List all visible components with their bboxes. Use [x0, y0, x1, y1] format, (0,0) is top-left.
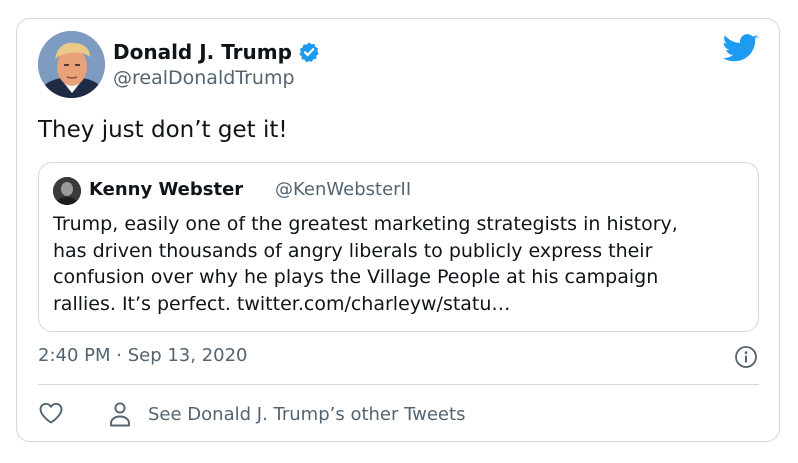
quoted-text-line: confusion over why he plays the Village … [53, 266, 659, 288]
quoted-author-avatar [53, 177, 81, 205]
quoted-tweet[interactable]: Kenny Webster @KenWebsterII Trump, easil… [38, 162, 759, 332]
quoted-author-handle: @KenWebsterII [275, 179, 412, 200]
author-avatar-image [38, 31, 105, 98]
twitter-bird-icon[interactable] [723, 34, 759, 64]
author-handle[interactable]: @realDonaldTrump [113, 67, 295, 89]
person-icon [110, 402, 130, 427]
author-avatar[interactable] [38, 31, 105, 98]
see-other-tweets-label[interactable]: See Donald J. Trump’s other Tweets [148, 404, 465, 425]
divider [38, 384, 759, 385]
quoted-text-line: Trump, easily one of the greatest market… [53, 213, 678, 235]
tweet-text: They just don’t get it! [38, 117, 288, 143]
quoted-text-line: rallies. It’s perfect. twitter.com/charl… [53, 292, 511, 315]
see-other-tweets-link[interactable]: See Donald J. Trump’s other Tweets [108, 401, 465, 427]
quoted-author-name: Kenny Webster [89, 179, 244, 200]
quoted-avatar-image [53, 177, 81, 205]
verified-badge-icon [299, 42, 319, 63]
author-name-row[interactable]: Donald J. Trump [113, 38, 320, 66]
heart-icon[interactable] [38, 401, 64, 425]
tweet-timestamp[interactable]: 2:40 PM · Sep 13, 2020 [38, 345, 248, 366]
quoted-text-line: has driven thousands of angry liberals t… [53, 239, 653, 262]
quoted-tweet-text: Trump, easily one of the greatest market… [53, 211, 753, 317]
info-icon[interactable] [734, 345, 758, 369]
author-name[interactable]: Donald J. Trump [113, 40, 292, 64]
